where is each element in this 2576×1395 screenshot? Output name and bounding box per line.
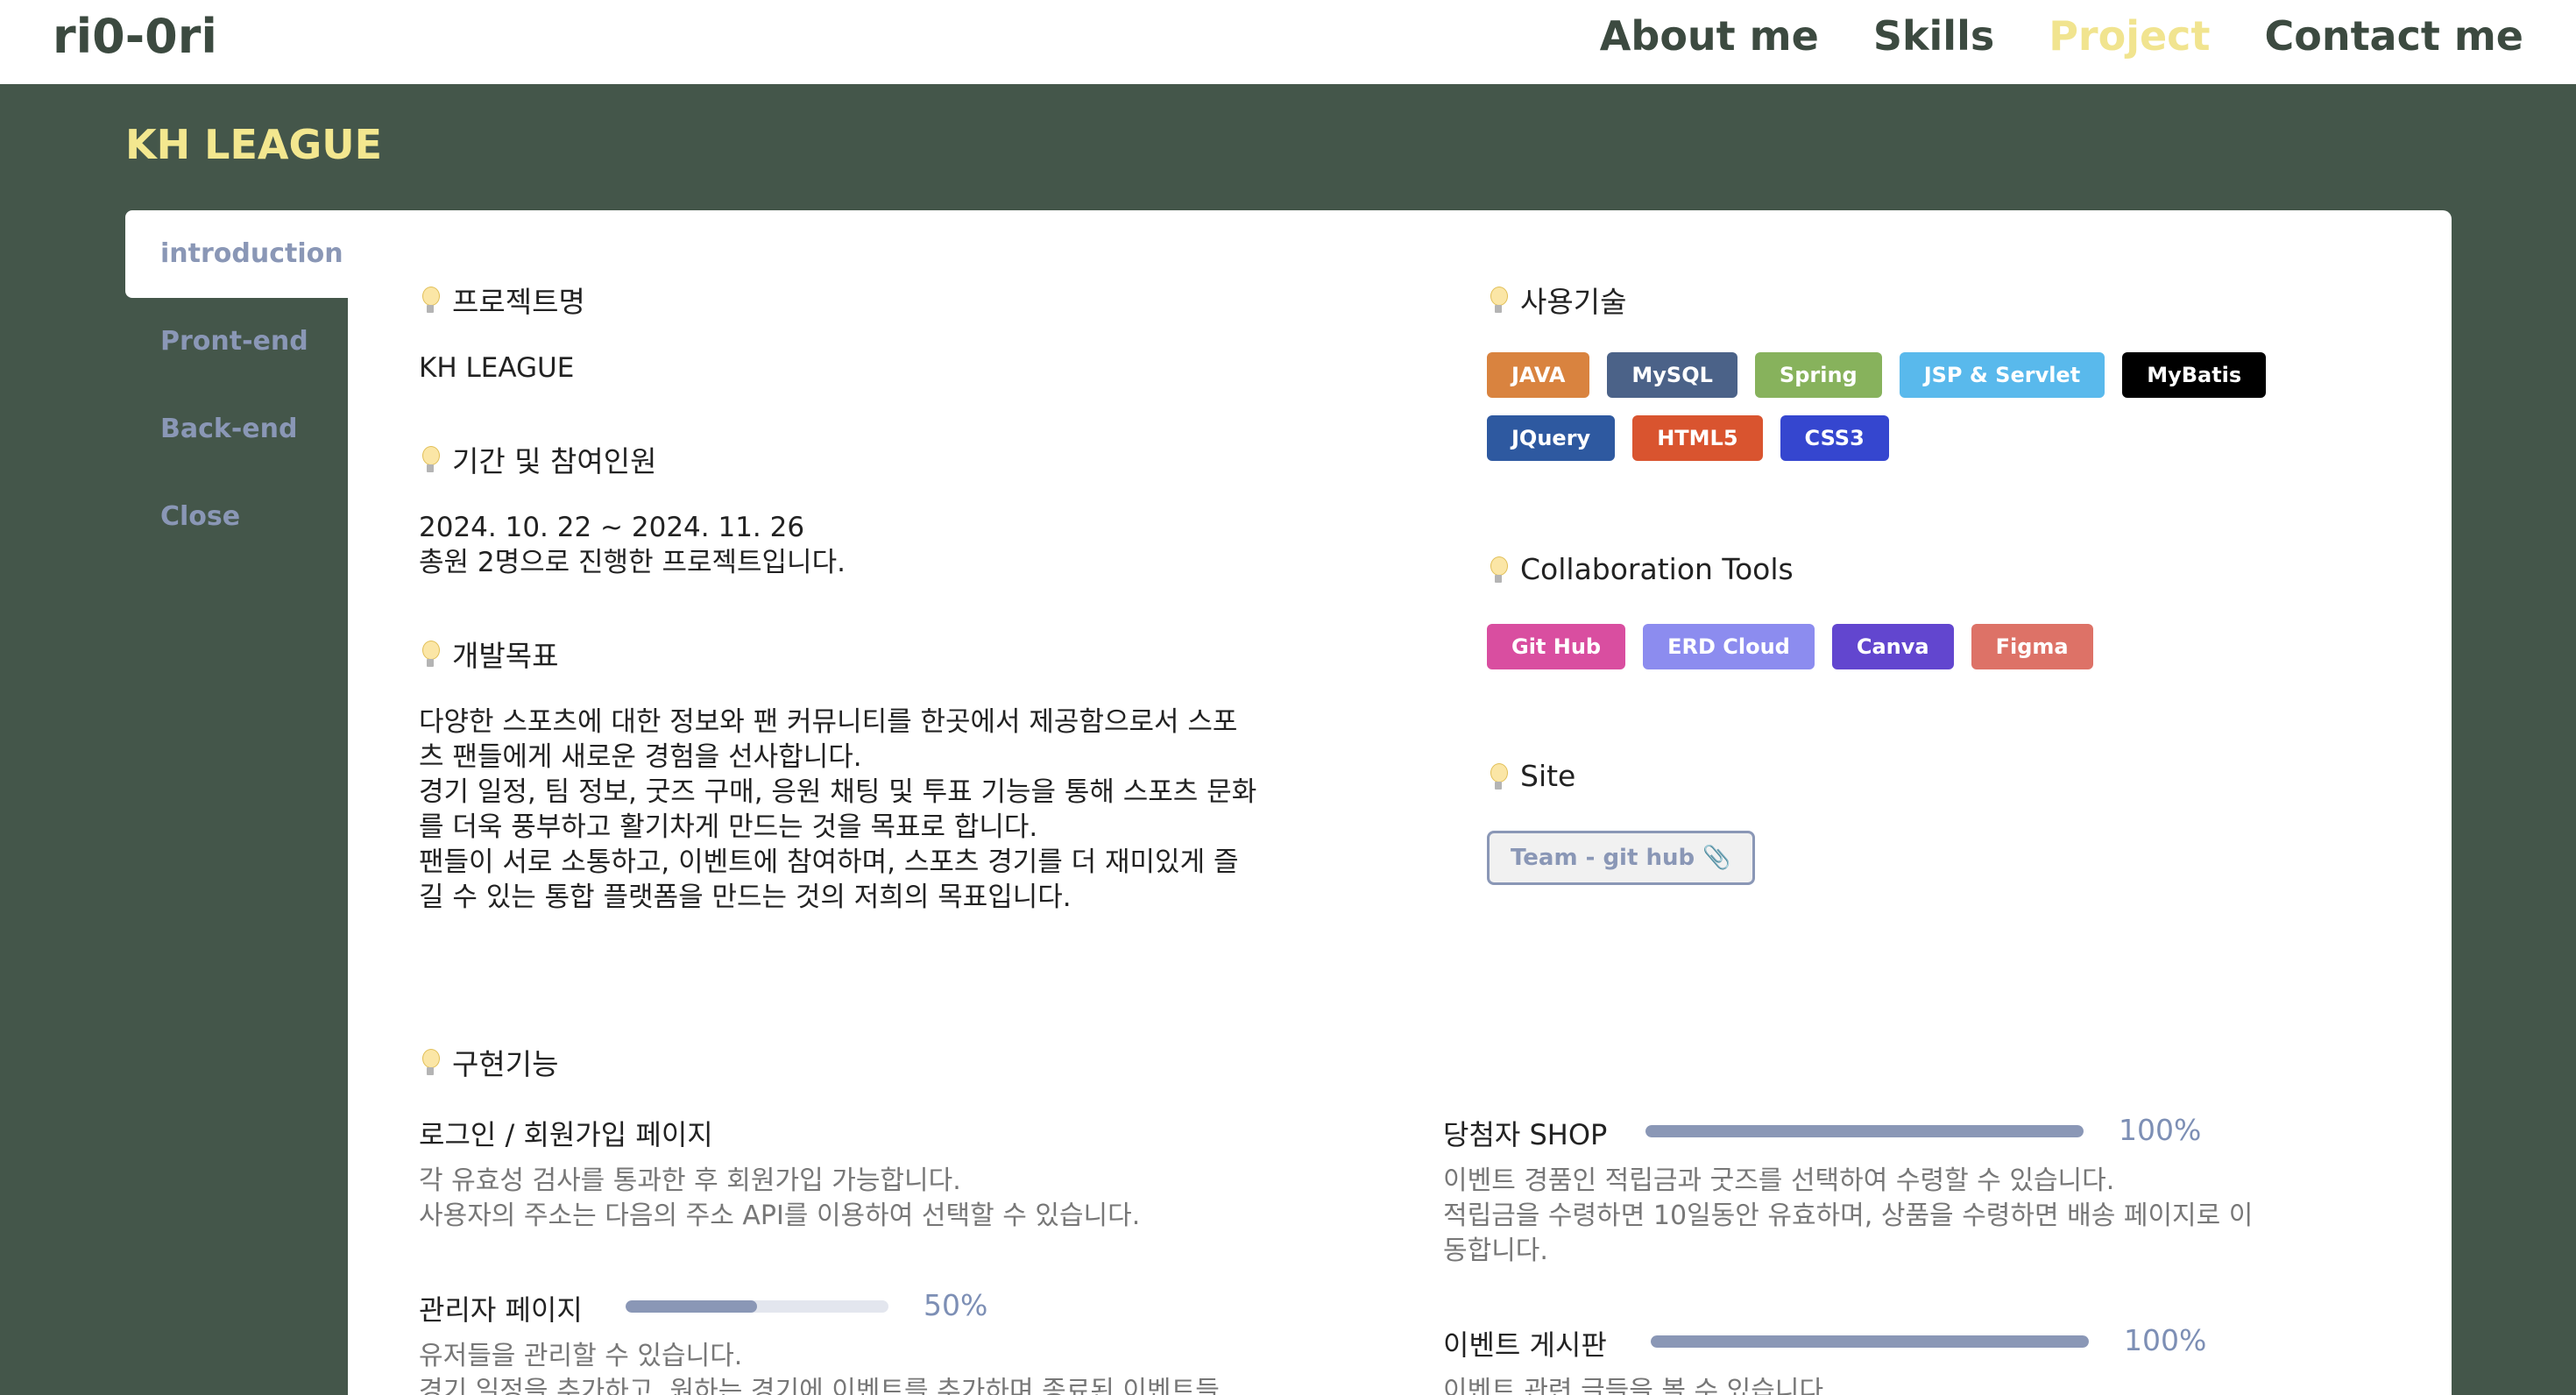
- progress-bar-admin: [626, 1300, 888, 1313]
- top-nav-bar: ri0-0ri About me Skills Project Contact …: [0, 0, 2576, 84]
- heading-label: 개발목표: [452, 639, 559, 673]
- period-heading: 기간 및 참여인원: [419, 438, 657, 480]
- feature-desc-shop: 이벤트 경품인 적립금과 굿즈를 선택하여 수령할 수 있습니다. 적립금을 수…: [1443, 1165, 2254, 1266]
- heading-label: Collaboration Tools: [1520, 552, 1794, 586]
- badge-jsp-servlet: JSP & Servlet: [1899, 352, 2105, 398]
- sidebar-item-back-end[interactable]: Back-end: [125, 386, 348, 473]
- badge-mybatis: MyBatis: [2122, 352, 2267, 398]
- main-nav: About me Skills Project Contact me: [1600, 12, 2523, 60]
- tech-heading: 사용기술: [1487, 279, 1626, 321]
- goal-text: 다양한 스포츠에 대한 정보와 팬 커뮤니티를 한곳에서 제공함으로서 스포 츠…: [419, 706, 1257, 913]
- collab-badge-list: Git Hub ERD Cloud Canva Figma: [1487, 624, 2398, 669]
- goal-heading: 개발목표: [419, 633, 558, 675]
- progress-fill: [1645, 1125, 2084, 1137]
- feature-title-event-board: 이벤트 게시판: [1443, 1328, 1607, 1362]
- nav-project[interactable]: Project: [2049, 12, 2210, 60]
- team-github-link-button[interactable]: Team - git hub 📎: [1487, 831, 1755, 885]
- feature-desc-event-board: 이벤트 관련 글들을 볼 수 있습니다.: [1443, 1376, 1832, 1395]
- lightbulb-icon: [419, 443, 442, 476]
- progress-fill: [1651, 1335, 2089, 1348]
- feature-desc-login: 각 유효성 검사를 통과한 후 회원가입 가능합니다. 사용자의 주소는 다음의…: [419, 1165, 1141, 1231]
- lightbulb-icon: [1487, 760, 1510, 793]
- badge-erd-cloud: ERD Cloud: [1643, 624, 1815, 669]
- sidebar-item-introduction[interactable]: introduction: [125, 210, 348, 298]
- progress-percent-event-board: 100%: [2124, 1323, 2207, 1357]
- progress-percent-shop: 100%: [2119, 1113, 2202, 1147]
- progress-bar-shop: [1645, 1125, 2084, 1137]
- badge-mysql: MySQL: [1607, 352, 1737, 398]
- lightbulb-icon: [419, 283, 442, 316]
- features-heading: 구현기능: [419, 1041, 558, 1083]
- collab-heading: Collaboration Tools: [1487, 552, 1794, 586]
- feature-desc-admin: 유저들을 관리할 수 있습니다. 경기 일정을 추가하고, 원하는 경기에 이벤…: [419, 1341, 1220, 1395]
- lightbulb-icon: [1487, 553, 1510, 586]
- badge-canva: Canva: [1831, 624, 1954, 669]
- progress-bar-event-board: [1651, 1335, 2089, 1348]
- badge-git-hub: Git Hub: [1487, 624, 1626, 669]
- badge-java: JAVA: [1487, 352, 1590, 398]
- progress-fill: [626, 1300, 757, 1313]
- heading-label: 프로젝트명: [452, 285, 585, 319]
- project-name-heading: 프로젝트명: [419, 279, 585, 321]
- nav-skills[interactable]: Skills: [1873, 12, 1994, 60]
- heading-label: Site: [1520, 759, 1576, 793]
- feature-title-admin: 관리자 페이지: [419, 1293, 583, 1327]
- feature-title-shop: 당첨자 SHOP: [1443, 1118, 1608, 1151]
- badge-jquery: JQuery: [1487, 415, 1616, 461]
- nav-contact-me[interactable]: Contact me: [2264, 12, 2523, 60]
- project-title: KH LEAGUE: [125, 121, 383, 168]
- tech-badge-list: JAVA MySQL Spring JSP & Servlet MyBatis JQuer…: [1487, 352, 2398, 461]
- progress-percent-admin: 50%: [924, 1288, 988, 1322]
- site-heading: Site: [1487, 759, 1575, 793]
- feature-title-login: 로그인 / 회원가입 페이지: [419, 1118, 713, 1151]
- lightbulb-icon: [1487, 283, 1510, 316]
- site-logo[interactable]: ri0-0ri: [53, 9, 217, 64]
- heading-label: 사용기술: [1520, 285, 1627, 319]
- project-sidebar: introduction Pront-end Back-end Close: [125, 210, 348, 1395]
- lightbulb-icon: [419, 637, 442, 670]
- badge-figma: Figma: [1971, 624, 2093, 669]
- badge-css3: CSS3: [1780, 415, 1889, 461]
- sidebar-item-close[interactable]: Close: [125, 473, 348, 561]
- sidebar-item-pront-end[interactable]: Pront-end: [125, 298, 348, 386]
- nav-about-me[interactable]: About me: [1600, 12, 1819, 60]
- lightbulb-icon: [419, 1045, 442, 1079]
- badge-html5: HTML5: [1632, 415, 1763, 461]
- heading-label: 구현기능: [452, 1047, 559, 1081]
- period-text: 2024. 10. 22 ~ 2024. 11. 26 총원 2명으로 진행한 …: [419, 512, 846, 578]
- heading-label: 기간 및 참여인원: [452, 444, 657, 478]
- badge-spring: Spring: [1754, 352, 1882, 398]
- project-name-value: KH LEAGUE: [419, 352, 575, 384]
